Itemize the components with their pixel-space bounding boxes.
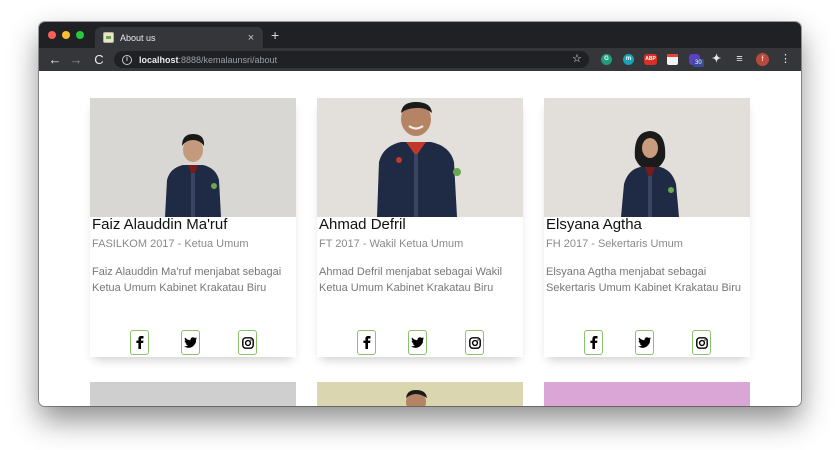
twitter-icon[interactable]	[635, 330, 654, 355]
info-icon[interactable]: i	[122, 54, 132, 65]
social-links	[90, 330, 296, 356]
page-content: Faiz Alauddin Ma'ruf FASILKOM 2017 - Ket…	[39, 71, 801, 406]
member-name: Faiz Alauddin Ma'ruf	[92, 216, 228, 233]
window-close-button[interactable]	[48, 31, 56, 39]
member-name: Ahmad Defril	[319, 216, 406, 233]
extension-badge: 30	[693, 59, 704, 67]
member-photo	[90, 382, 296, 406]
adblock-plus-icon[interactable]: ABP	[644, 54, 657, 65]
team-card: Elsyana Agtha FH 2017 - Sekertaris Umum …	[544, 98, 750, 357]
tab-close-icon[interactable]: ×	[245, 32, 257, 44]
favicon-icon	[103, 32, 114, 43]
tab-bar: About us × +	[39, 22, 801, 48]
tab-about-us[interactable]: About us ×	[95, 27, 263, 48]
window-minimize-button[interactable]	[62, 31, 70, 39]
reload-button[interactable]: C	[91, 50, 107, 69]
member-role: FT 2017 - Wakil Ketua Umum	[319, 238, 464, 250]
media-control-icon[interactable]: ≡	[734, 54, 745, 65]
member-photo	[317, 98, 523, 217]
member-photo	[544, 98, 750, 217]
window-maximize-button[interactable]	[76, 31, 84, 39]
member-name: Elsyana Agtha	[546, 216, 642, 233]
member-role: FASILKOM 2017 - Ketua Umum	[92, 238, 249, 250]
member-photo	[317, 382, 523, 406]
member-role: FH 2017 - Sekertaris Umum	[546, 238, 683, 250]
facebook-icon[interactable]	[584, 330, 603, 355]
instagram-icon[interactable]	[238, 330, 257, 355]
social-links	[544, 330, 750, 356]
member-description: Ahmad Defril menjabat sebagai Wakil Ketu…	[319, 266, 503, 294]
calendar-icon[interactable]	[667, 54, 678, 65]
new-tab-button[interactable]: +	[271, 27, 279, 43]
address-bar[interactable]: i localhost:8888/kemalaunsri/about	[114, 51, 589, 68]
puzzle-icon[interactable]: ✦	[711, 54, 722, 65]
facebook-icon[interactable]	[130, 330, 149, 355]
instagram-icon[interactable]	[465, 330, 484, 355]
url-text[interactable]: localhost:8888/kemalaunsri/about	[139, 55, 277, 65]
browser-menu-icon[interactable]: ⋮	[780, 51, 791, 68]
tab-title: About us	[120, 32, 156, 43]
bookmark-star-icon[interactable]: ☆	[572, 51, 582, 68]
instagram-icon[interactable]	[692, 330, 711, 355]
forward-button[interactable]: →	[68, 50, 84, 69]
mendeley-icon[interactable]: m	[623, 54, 634, 65]
team-card: Ahmad Defril FT 2017 - Wakil Ketua Umum …	[317, 98, 523, 357]
facebook-icon[interactable]	[357, 330, 376, 355]
social-links	[317, 330, 523, 356]
grammarly-icon[interactable]: G	[601, 54, 612, 65]
member-description: Elsyana Agtha menjabat sebagai Sekertari…	[546, 266, 742, 294]
back-button[interactable]: ←	[47, 50, 63, 69]
member-photo	[544, 382, 750, 406]
browser-window: About us × + ← → C i localhost:8888/kema…	[39, 22, 801, 406]
member-photo	[90, 98, 296, 217]
member-description: Faiz Alauddin Ma'ruf menjabat sebagai Ke…	[92, 266, 282, 294]
twitter-icon[interactable]	[408, 330, 427, 355]
browser-toolbar: ← → C i localhost:8888/kemalaunsri/about…	[39, 48, 801, 71]
twitter-icon[interactable]	[181, 330, 200, 355]
profile-avatar[interactable]: f	[756, 53, 769, 66]
team-card: Faiz Alauddin Ma'ruf FASILKOM 2017 - Ket…	[90, 98, 296, 357]
